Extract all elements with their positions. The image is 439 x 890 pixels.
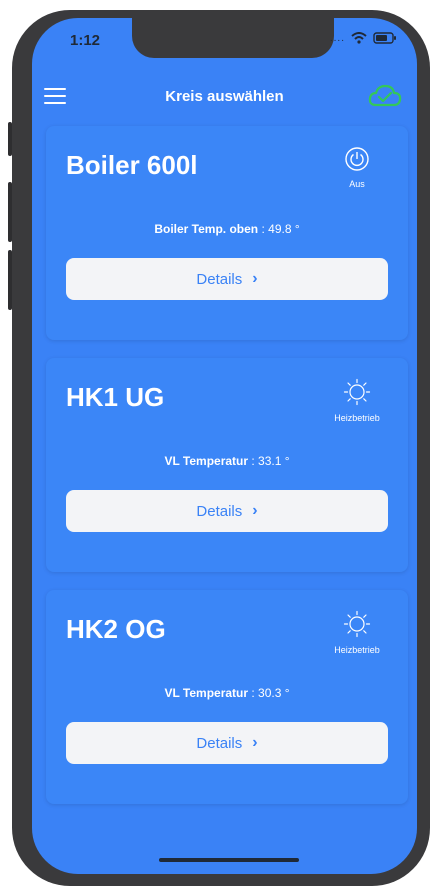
details-button[interactable]: Details › <box>66 722 388 764</box>
status-indicator[interactable]: Aus <box>322 146 392 189</box>
reading-value: : 33.1 ° <box>248 454 290 468</box>
reading-value: : 49.8 ° <box>258 222 300 236</box>
card-hk2-og: HK2 OG Heizbetrieb VL Temperatur : 30.3 … <box>46 590 408 804</box>
details-button[interactable]: Details › <box>66 490 388 532</box>
details-label: Details <box>196 270 243 288</box>
power-icon <box>345 147 369 171</box>
mute-switch <box>8 122 12 156</box>
chevron-right-icon: › <box>252 270 258 287</box>
details-label: Details <box>196 502 243 520</box>
reading: VL Temperatur : 33.1 ° <box>46 454 408 468</box>
reading-label: VL Temperatur <box>164 454 249 468</box>
card-title: Boiler 600l <box>66 150 198 180</box>
status-label: Aus <box>349 179 365 189</box>
status-label: Heizbetrieb <box>334 645 380 655</box>
status-indicator[interactable]: Heizbetrieb <box>322 610 392 655</box>
reading-label: VL Temperatur <box>164 686 249 700</box>
card-title: HK2 OG <box>66 614 166 644</box>
status-time: 1:12 <box>70 32 101 49</box>
reading: Boiler Temp. oben : 49.8 ° <box>46 222 408 236</box>
card-title: HK1 UG <box>66 382 165 412</box>
home-indicator[interactable] <box>159 858 299 862</box>
app-header: Kreis auswählen <box>32 80 417 118</box>
reading-label: Boiler Temp. oben <box>154 222 259 236</box>
battery-icon <box>373 32 396 44</box>
status-icons: .... <box>330 32 397 44</box>
reading-value: : 30.3 ° <box>248 686 290 700</box>
app-screen: 1:12 .... Kreis auswählen Boiler 600l Au… <box>32 18 417 874</box>
card-hk1-ug: HK1 UG Heizbetrieb VL Temperatur : 33.1 … <box>46 358 408 572</box>
cloud-check-icon[interactable] <box>367 83 403 109</box>
volume-down-button <box>8 250 12 310</box>
card-boiler: Boiler 600l Aus Boiler Temp. oben : 49.8… <box>46 126 408 340</box>
reading: VL Temperatur : 30.3 ° <box>46 686 408 700</box>
page-title: Kreis auswählen <box>165 88 284 105</box>
sun-icon <box>343 610 371 638</box>
chevron-right-icon: › <box>252 734 258 751</box>
status-label: Heizbetrieb <box>334 413 380 423</box>
notch <box>132 18 334 58</box>
chevron-right-icon: › <box>252 502 258 519</box>
wifi-icon <box>351 32 367 44</box>
details-button[interactable]: Details › <box>66 258 388 300</box>
signal-icon: .... <box>329 32 345 44</box>
sun-icon <box>343 378 371 406</box>
volume-up-button <box>8 182 12 242</box>
status-indicator[interactable]: Heizbetrieb <box>322 378 392 423</box>
details-label: Details <box>196 734 243 752</box>
